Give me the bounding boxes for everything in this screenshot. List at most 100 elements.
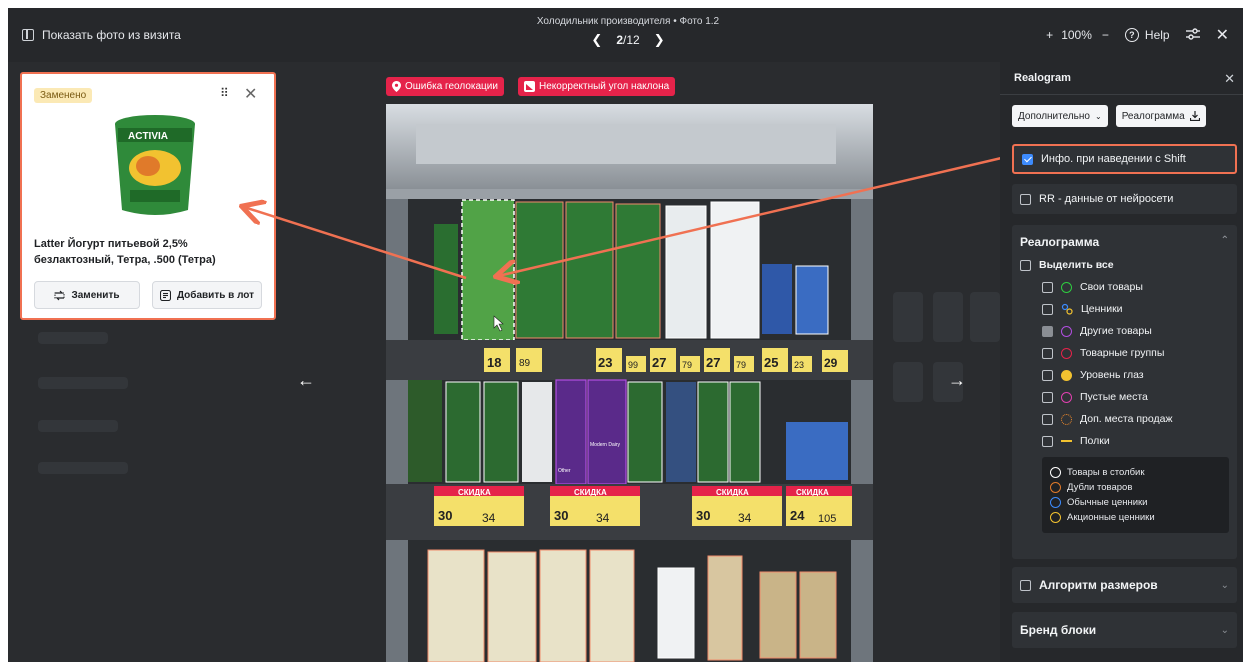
- layer-empty-spaces[interactable]: Пустые места: [1042, 391, 1229, 403]
- detection-label-modern-dairy: Modern Dairy: [590, 442, 621, 448]
- discount-price: 24: [790, 508, 805, 523]
- realogram-section-header[interactable]: Реалограмма ⌃: [1020, 235, 1229, 249]
- ghost-block: [970, 292, 1000, 342]
- checkbox-icon: [1020, 193, 1031, 205]
- more-dropdown[interactable]: Дополнительно ⌄: [1012, 105, 1108, 127]
- show-visit-photos-button[interactable]: Показать фото из визита: [22, 8, 181, 62]
- checkbox-icon: [1042, 303, 1053, 315]
- replace-label: Заменить: [71, 289, 120, 301]
- popup-close-icon[interactable]: ✕: [244, 84, 257, 104]
- geolocation-error-label: Ошибка геолокации: [405, 81, 498, 92]
- more-label: Дополнительно: [1018, 110, 1090, 122]
- close-viewer-icon[interactable]: ✕: [1216, 25, 1229, 45]
- help-label: Help: [1144, 28, 1170, 42]
- layer-price-tags[interactable]: Ценники: [1042, 303, 1229, 315]
- checkbox-icon: [1020, 579, 1031, 591]
- price-tag: 27: [652, 355, 666, 370]
- zoom-in-button[interactable]: +: [1046, 28, 1053, 42]
- next-photo-icon[interactable]: ❯: [654, 32, 665, 48]
- prev-arrow-icon[interactable]: ←: [297, 370, 315, 391]
- brand-blocks-card[interactable]: Бренд блоки ⌄: [1012, 612, 1237, 648]
- price-tag: 99: [628, 360, 638, 370]
- info-on-shift-toggle[interactable]: Инфо. при наведении с Shift: [1022, 153, 1186, 165]
- chevron-down-icon: ⌄: [1094, 111, 1102, 121]
- settings-sliders-icon[interactable]: [1185, 27, 1200, 43]
- layer-label: Пустые места: [1080, 391, 1148, 403]
- brand-blocks-label: Бренд блоки: [1020, 623, 1097, 637]
- price-tag: 23: [794, 360, 804, 370]
- discount-price: 30: [438, 508, 452, 523]
- show-visit-label: Показать фото из визита: [42, 28, 181, 42]
- ghost-block: [38, 462, 128, 474]
- discount-price: 105: [818, 513, 836, 525]
- layer-label: Полки: [1080, 435, 1110, 447]
- ghost-block: [38, 377, 128, 389]
- legend-label: Обычные ценники: [1067, 497, 1148, 508]
- layer-product-groups[interactable]: Товарные группы: [1042, 347, 1229, 359]
- add-lot-icon: [159, 289, 171, 301]
- chevron-up-icon: ⌃: [1220, 235, 1229, 246]
- checkbox-partial-icon: [1042, 325, 1053, 337]
- download-icon: [1189, 111, 1200, 121]
- price-tag: 23: [598, 355, 612, 370]
- product-info-popup: Заменено ⠿ ✕ ACTIVIA Latter Йогурт питье…: [20, 72, 276, 320]
- discount-price: 34: [482, 511, 496, 525]
- checkbox-icon: [1042, 281, 1053, 293]
- next-arrow-icon[interactable]: →: [948, 370, 966, 391]
- photo-title-block: Холодильник производителя • Фото 1.2 ❮ 2…: [498, 8, 758, 62]
- drag-handle-icon[interactable]: ⠿: [220, 86, 229, 100]
- size-algorithm-toggle[interactable]: Алгоритм размеров: [1020, 578, 1158, 592]
- ghost-block: [933, 292, 963, 342]
- help-button[interactable]: ? Help: [1124, 28, 1170, 42]
- legend-label: Акционные ценники: [1067, 512, 1155, 523]
- discount-price: 30: [554, 508, 568, 523]
- camera-angle-icon: [524, 81, 535, 92]
- panel-icon: [22, 29, 34, 41]
- discount-price: 34: [738, 511, 752, 525]
- discount-price: 34: [596, 511, 610, 525]
- top-bar: Показать фото из визита Холодильник прои…: [8, 8, 1243, 62]
- ghost-block: [38, 332, 108, 344]
- rr-data-toggle[interactable]: RR - данные от нейросети: [1020, 193, 1173, 205]
- add-to-lot-button[interactable]: Добавить в лот: [152, 281, 262, 309]
- price-tag: 79: [736, 360, 746, 370]
- size-algorithm-card[interactable]: Алгоритм размеров ⌄: [1012, 567, 1237, 603]
- layer-other-products[interactable]: Другие товары: [1042, 325, 1229, 337]
- realogram-download-button[interactable]: Реалограмма: [1115, 105, 1206, 127]
- price-tag: 29: [824, 356, 838, 370]
- question-icon: ?: [1124, 28, 1139, 42]
- zoom-level: 100%: [1061, 28, 1092, 42]
- layer-label: Уровень глаз: [1080, 369, 1144, 381]
- realogram-section-title: Реалограмма: [1020, 235, 1100, 249]
- svg-text:ACTIVIA: ACTIVIA: [128, 131, 168, 142]
- layer-extra-sales-places[interactable]: Доп. места продаж: [1042, 413, 1229, 425]
- discount-label: СКИДКА: [796, 488, 829, 497]
- fridge-photo[interactable]: 18 89 23 99 27 79 27 79 25 23 29 Other M…: [386, 104, 873, 662]
- realogram-card: Реалограмма ⌃ Выделить все Свои товары Ц…: [1012, 225, 1237, 559]
- layer-own-products[interactable]: Свои товары: [1042, 281, 1229, 293]
- checkbox-icon: [1020, 259, 1031, 271]
- ghost-block: [893, 362, 923, 402]
- right-toolbar: + 100% − ? Help ✕: [1046, 8, 1229, 62]
- red-ring-icon: [1061, 347, 1072, 359]
- zoom-out-button[interactable]: −: [1102, 28, 1109, 42]
- layer-eye-level[interactable]: Уровень глаз: [1042, 369, 1229, 381]
- legend-box: Товары в столбик Дубли товаров Обычные ц…: [1042, 457, 1229, 533]
- shelf-line-icon: [1061, 440, 1072, 442]
- tilt-angle-error-label: Некорректный угол наклона: [539, 81, 670, 92]
- price-tags-icon: [1061, 303, 1073, 315]
- checkbox-checked-icon: [1022, 153, 1033, 165]
- layer-label: Доп. места продаж: [1080, 413, 1173, 425]
- sidebar-close-icon[interactable]: ✕: [1224, 71, 1235, 87]
- chevron-down-icon: ⌄: [1220, 624, 1229, 636]
- dotted-ring-icon: [1061, 413, 1072, 425]
- layer-label: Товарные группы: [1080, 347, 1165, 359]
- prev-photo-icon[interactable]: ❮: [591, 32, 602, 48]
- replace-button[interactable]: Заменить: [34, 281, 140, 309]
- purple-ring-icon: [1061, 325, 1072, 337]
- checkbox-icon: [1042, 413, 1053, 425]
- ghost-block: [38, 420, 118, 432]
- select-all-toggle[interactable]: Выделить все: [1020, 259, 1229, 271]
- legend-item: Дубли товаров: [1050, 482, 1221, 493]
- layer-shelves[interactable]: Полки: [1042, 435, 1229, 447]
